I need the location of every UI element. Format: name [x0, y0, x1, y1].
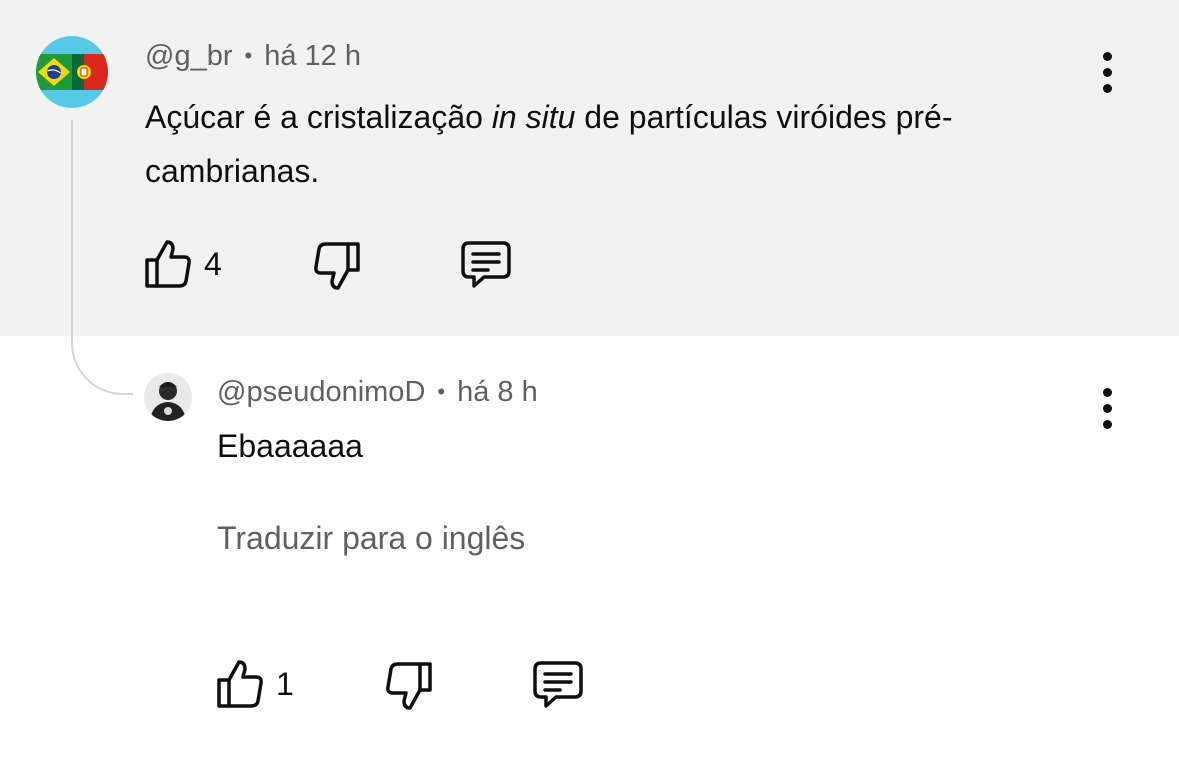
comment-text: Açúcar é a cristalização in situ de part… — [145, 99, 953, 189]
more-vert-icon[interactable] — [1092, 47, 1122, 97]
comment-timestamp[interactable]: há 12 h — [264, 40, 361, 73]
like-count: 4 — [204, 245, 222, 282]
translate-link[interactable]: Traduzir para o inglês — [217, 520, 525, 557]
meta-separator: • — [437, 378, 446, 404]
user-avatar[interactable] — [144, 373, 192, 421]
reply-comment-icon — [461, 241, 511, 288]
dislike-button[interactable] — [385, 660, 433, 712]
reply-button[interactable] — [460, 240, 512, 290]
comment-meta: @pseudonimoD • há 8 h — [217, 376, 538, 409]
reply-comment-icon — [533, 661, 583, 708]
more-vert-icon[interactable] — [1092, 383, 1122, 433]
comment-username[interactable]: @pseudonimoD — [217, 376, 425, 409]
user-avatar[interactable] — [36, 36, 108, 108]
comments-thread: @g_br • há 12 h Açúcar é a cristalização… — [0, 0, 1179, 758]
like-button[interactable]: 1 — [216, 658, 294, 710]
person-avatar-icon — [144, 373, 192, 421]
comment-timestamp[interactable]: há 8 h — [457, 376, 538, 409]
thumbs-down-icon — [386, 662, 432, 710]
like-count: 1 — [276, 665, 294, 702]
thumbs-up-icon — [145, 240, 191, 288]
like-button[interactable]: 4 — [144, 238, 222, 290]
brazil-portugal-flags-icon — [36, 36, 108, 108]
reply-thread-connector — [71, 120, 133, 395]
thumbs-up-icon — [217, 660, 263, 708]
thumbs-down-icon — [314, 242, 360, 290]
comment-meta: @g_br • há 12 h — [145, 40, 361, 73]
comment-text: Ebaaaaaa — [217, 428, 363, 464]
meta-separator: • — [244, 42, 253, 68]
dislike-button[interactable] — [313, 240, 361, 292]
comment-username[interactable]: @g_br — [145, 40, 232, 73]
reply-button[interactable] — [532, 660, 584, 710]
